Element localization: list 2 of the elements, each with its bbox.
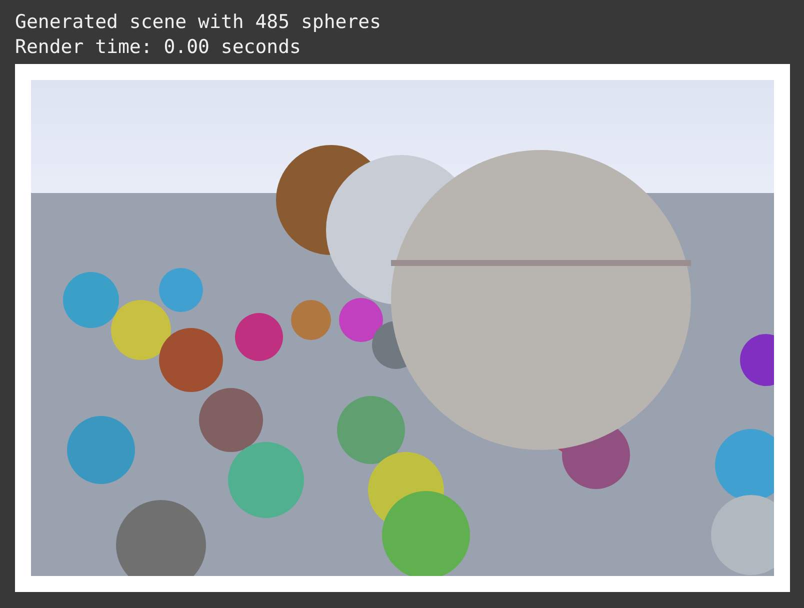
output-line: Render time: 0.00 seconds bbox=[15, 35, 301, 60]
output-line: Generated scene with 485 spheres bbox=[15, 10, 382, 35]
